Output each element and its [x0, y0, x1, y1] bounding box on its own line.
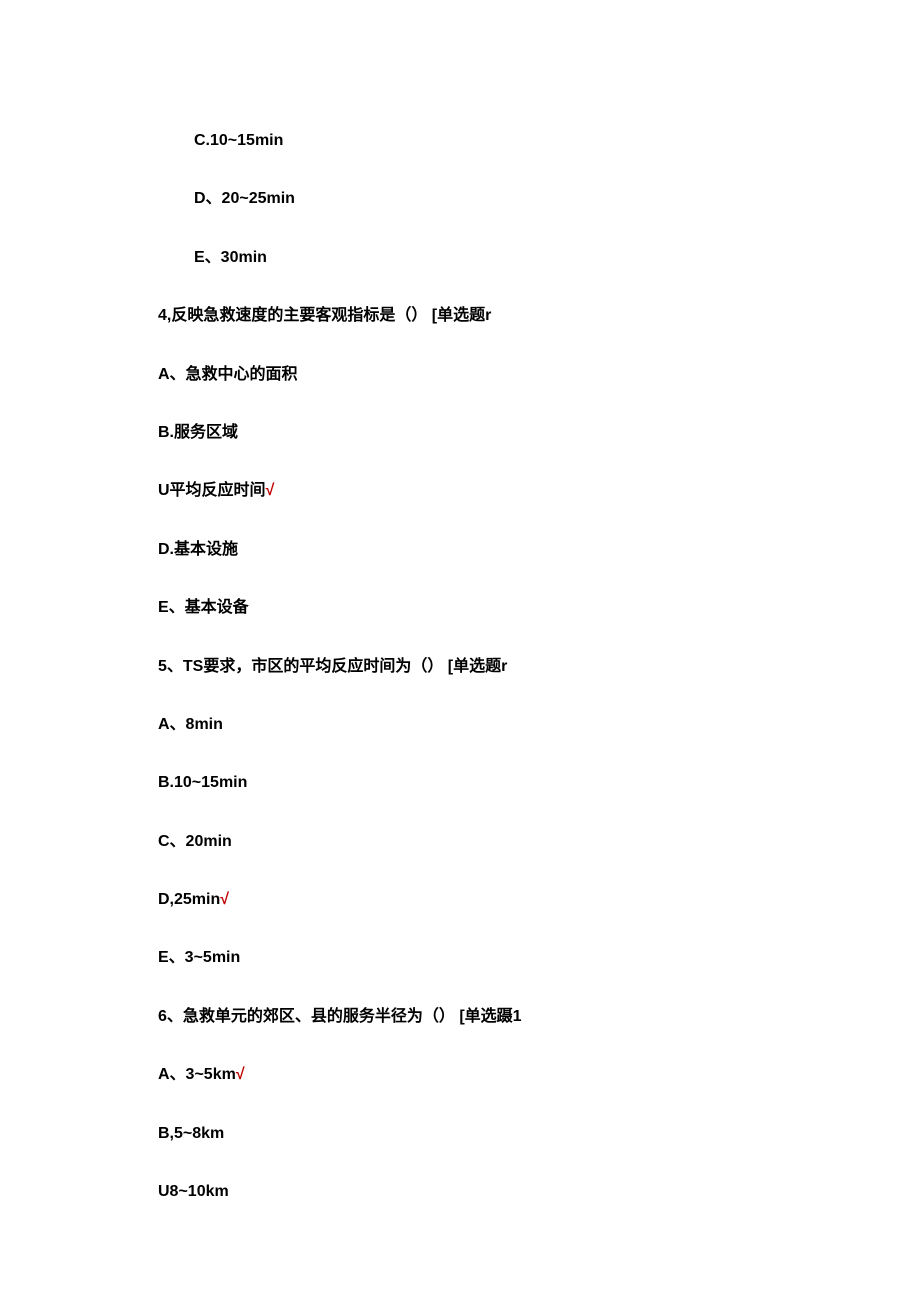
- correct-mark-icon: √: [236, 1066, 245, 1083]
- q6-option-a: A、3~5km√: [158, 1064, 920, 1086]
- q5-option-e: E、3~5min: [158, 947, 920, 969]
- q4-option-d: D.基本设施: [158, 539, 920, 561]
- question-4-stem: 4,反映急救速度的主要客观指标是（） [单选题r: [158, 305, 920, 327]
- q5-option-b: B.10~15min: [158, 772, 920, 794]
- q4-option-c: U平均反应时间√: [158, 480, 920, 502]
- q5-option-d: D,25min√: [158, 889, 920, 911]
- prior-option-c: C.10~15min: [194, 130, 920, 152]
- question-5-stem: 5、TS要求，市区的平均反应时间为（） [单选题r: [158, 656, 920, 678]
- q4-option-e: E、基本设备: [158, 597, 920, 619]
- q6-option-b: B,5~8km: [158, 1123, 920, 1145]
- prior-option-d: D、20~25min: [194, 188, 920, 210]
- q4-option-c-text: U平均反应时间: [158, 482, 266, 499]
- q4-option-a: A、急救中心的面积: [158, 364, 920, 386]
- q5-option-c: C、20min: [158, 831, 920, 853]
- q6-option-c: U8~10km: [158, 1181, 920, 1203]
- question-6-stem: 6、急救单元的郊区、县的服务半径为（） [单选蹑1: [158, 1006, 920, 1028]
- prior-option-e: E、30min: [194, 247, 920, 269]
- correct-mark-icon: √: [266, 482, 275, 499]
- q4-option-b: B.服务区域: [158, 422, 920, 444]
- q6-option-a-text: A、3~5km: [158, 1066, 236, 1083]
- q5-option-d-text: D,25min: [158, 891, 220, 908]
- correct-mark-icon: √: [220, 891, 229, 908]
- q5-option-a: A、8min: [158, 714, 920, 736]
